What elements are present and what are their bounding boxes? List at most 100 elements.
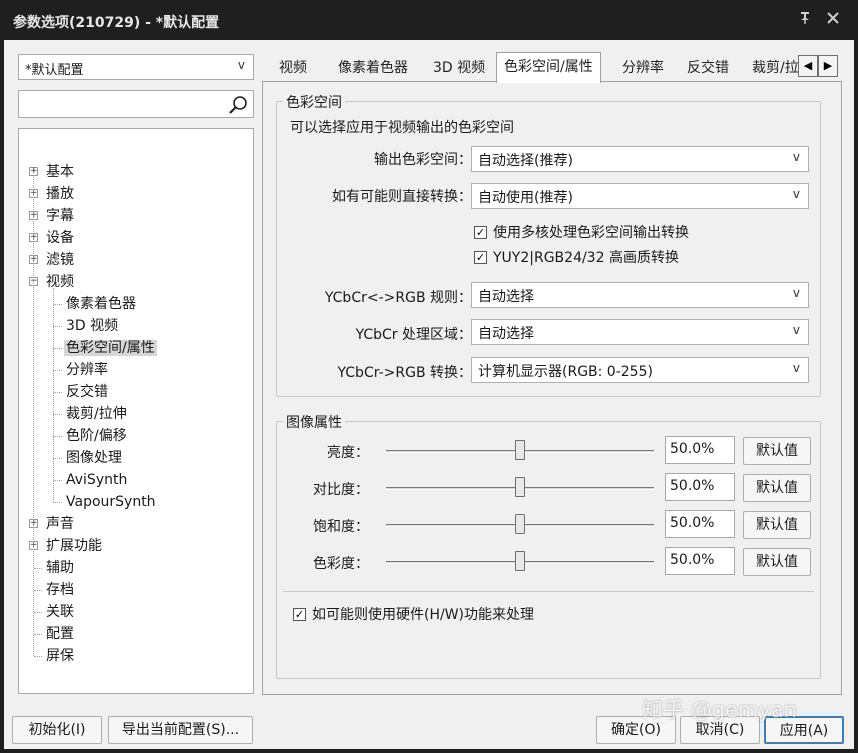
property-slider[interactable]	[386, 514, 654, 536]
ycbcr-rule-select[interactable]: 自动选择 v	[471, 282, 809, 308]
tree-item-label: 色阶/偏移	[66, 428, 127, 444]
tree-item-label: 配置	[46, 626, 74, 642]
ycbcr-range-value: 自动选择	[478, 326, 534, 342]
tree-item[interactable]: 反交错	[64, 382, 110, 402]
tree-item[interactable]: 声音	[44, 514, 76, 534]
tree-connector	[34, 634, 42, 635]
colorspace-group-title: 色彩空间	[283, 92, 345, 112]
tab-resolution[interactable]: 分辨率	[615, 56, 671, 80]
ycbcr-convert-select[interactable]: 计算机显示器(RGB: 0-255) v	[471, 357, 809, 383]
property-value-input[interactable]: 50.0%	[665, 436, 735, 464]
tree-item[interactable]: 扩展功能	[44, 536, 104, 556]
tree-item[interactable]: 滤镜	[44, 250, 76, 270]
tree-item[interactable]: 3D 视频	[64, 316, 120, 336]
slider-thumb[interactable]	[515, 477, 525, 497]
tree-item[interactable]: 屏保	[44, 646, 76, 666]
hq-convert-label: YUY2|RGB24/32 高画质转换	[493, 250, 679, 266]
property-value-input[interactable]: 50.0%	[665, 547, 735, 575]
expand-icon[interactable]: +	[29, 167, 38, 176]
property-value-input[interactable]: 50.0%	[665, 473, 735, 501]
tree-item[interactable]: 像素着色器	[64, 294, 138, 314]
ycbcr-convert-label: YCbCr->RGB 转换：	[337, 365, 473, 381]
tree-item[interactable]: VapourSynth	[64, 492, 158, 512]
tree-connector	[34, 656, 42, 657]
tree-item-label: 滤镜	[46, 252, 74, 268]
property-slider[interactable]	[386, 551, 654, 573]
tab-crop[interactable]: 裁剪/拉	[745, 56, 806, 80]
tab-pixel-shader[interactable]: 像素着色器	[331, 56, 415, 80]
tree-connector	[34, 590, 42, 591]
slider-thumb[interactable]	[515, 440, 525, 460]
multicore-checkbox[interactable]: ✓ 使用多核处理色彩空间输出转换	[474, 225, 689, 243]
tree-item[interactable]: 字幕	[44, 206, 76, 226]
tree-connector	[53, 436, 62, 437]
tree-connector	[53, 392, 62, 393]
tree-item[interactable]: 分辨率	[64, 360, 110, 380]
tree-item[interactable]: 辅助	[44, 558, 76, 578]
search-input[interactable]	[18, 90, 254, 118]
property-slider[interactable]	[386, 477, 654, 499]
chevron-down-icon: v	[792, 361, 800, 375]
init-button[interactable]: 初始化(I)	[12, 716, 102, 744]
tree-item-label: 像素着色器	[66, 296, 136, 312]
property-slider[interactable]	[386, 440, 654, 462]
reset-default-button[interactable]: 默认值	[743, 437, 811, 465]
tree-item[interactable]: 裁剪/拉伸	[64, 404, 129, 424]
window-title: 参数选项(210729) - *默认配置	[13, 15, 220, 31]
close-icon[interactable]	[822, 9, 844, 31]
tree-item[interactable]: 视频	[44, 272, 76, 292]
tree-connector	[53, 458, 62, 459]
tab-3d-video[interactable]: 3D 视频	[426, 56, 492, 80]
tab-deinterlace[interactable]: 反交错	[680, 56, 736, 80]
ycbcr-range-label: YCbCr 处理区域：	[355, 327, 472, 343]
tab-video[interactable]: 视频	[272, 56, 314, 80]
property-label: 饱和度：	[313, 519, 369, 535]
checkmark-icon: ✓	[474, 225, 487, 239]
ycbcr-convert-value: 计算机显示器(RGB: 0-255)	[478, 364, 653, 380]
export-config-button[interactable]: 导出当前配置(S)...	[108, 716, 253, 744]
pin-icon[interactable]	[794, 9, 816, 31]
search-icon[interactable]	[227, 94, 249, 116]
reset-default-button[interactable]: 默认值	[743, 511, 811, 539]
output-colorspace-select[interactable]: 自动选择(推荐) v	[471, 146, 809, 172]
tree-item-label: AviSynth	[66, 472, 128, 488]
tree-item-label: VapourSynth	[66, 494, 156, 510]
tree-item[interactable]: 图像处理	[64, 448, 124, 468]
tree-connector	[53, 370, 62, 371]
reset-default-button[interactable]: 默认值	[743, 548, 811, 576]
tree-connector	[53, 414, 62, 415]
arrow-right-icon[interactable]: ▶	[818, 55, 838, 77]
profile-select[interactable]: *默认配置 v	[18, 54, 254, 80]
slider-thumb[interactable]	[515, 514, 525, 534]
tree-item[interactable]: AviSynth	[64, 470, 129, 490]
direct-convert-label: 如有可能则直接转换：	[332, 189, 472, 205]
tree-item[interactable]: 播放	[44, 184, 76, 204]
tree-item[interactable]: 设备	[44, 228, 76, 248]
ycbcr-range-select[interactable]: 自动选择 v	[471, 319, 809, 345]
tab-colorspace[interactable]: 色彩空间/属性	[496, 52, 601, 83]
arrow-left-icon[interactable]: ◀	[798, 55, 818, 77]
tab-bar: 视频 像素着色器 3D 视频 色彩空间/属性 分辨率 反交错 裁剪/拉 ◀ ▶	[262, 52, 842, 83]
tree-item[interactable]: 基本	[44, 162, 76, 182]
reset-default-button[interactable]: 默认值	[743, 474, 811, 502]
chevron-down-icon: v	[792, 286, 800, 300]
settings-tree: 基本 + 播放 + 字幕 + 设备 + 滤镜 + 视频 − 像素着色器 3D 视频 色彩空间/属性 分辨率 反交…	[18, 128, 254, 694]
watermark: 知乎 @gemyan	[642, 698, 797, 722]
tree-item[interactable]: 色彩空间/属性	[64, 338, 157, 358]
direct-convert-select[interactable]: 自动使用(推荐) v	[471, 183, 809, 209]
slider-thumb[interactable]	[515, 551, 525, 571]
dialog-client: *默认配置 v 基本 + 播放 + 字幕 + 设备 + 滤镜 + 视频 − 像素着色器 3D 视频 色彩空间…	[4, 40, 854, 749]
property-label: 色彩度：	[313, 556, 369, 572]
title-bar: 参数选项(210729) - *默认配置	[0, 0, 858, 40]
tree-item-label: 图像处理	[66, 450, 122, 466]
direct-convert-value: 自动使用(推荐)	[478, 190, 573, 206]
tree-item[interactable]: 关联	[44, 602, 76, 622]
hw-accel-checkbox[interactable]: ✓ 如可能则使用硬件(H/W)功能来处理	[293, 607, 534, 625]
tree-item[interactable]: 配置	[44, 624, 76, 644]
hq-convert-checkbox[interactable]: ✓ YUY2|RGB24/32 高画质转换	[474, 250, 679, 268]
multicore-label: 使用多核处理色彩空间输出转换	[493, 225, 689, 241]
tree-item[interactable]: 存档	[44, 580, 76, 600]
property-value-input[interactable]: 50.0%	[665, 510, 735, 538]
tree-item[interactable]: 色阶/偏移	[64, 426, 129, 446]
tree-connector	[53, 288, 54, 502]
